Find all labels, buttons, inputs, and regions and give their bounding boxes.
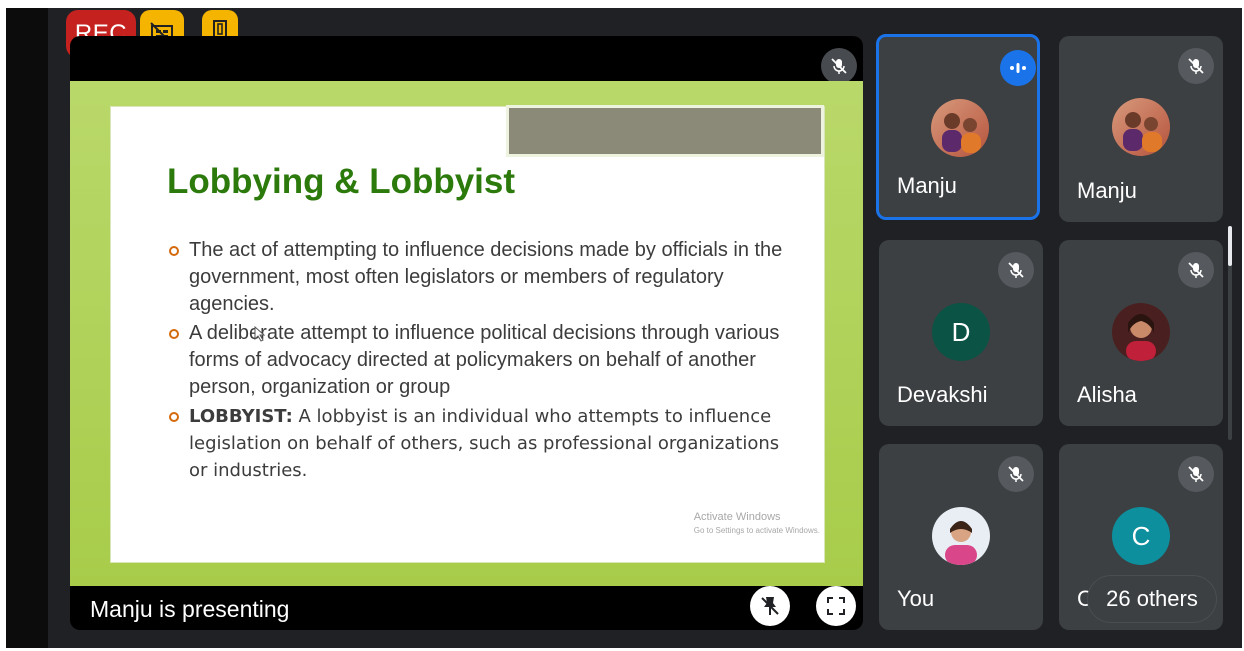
mouse-pointer-icon [254,326,266,342]
presenting-status: Manju is presenting [90,596,290,622]
activate-windows-watermark: Activate Windows Go to Settings to activ… [694,510,820,538]
participant-name: Manju [897,173,957,198]
slide-content: Lobbying & Lobbyist The act of attemptin… [110,105,825,563]
slide-header-image [506,105,824,157]
speaking-indicator-icon [1000,50,1036,86]
avatar: D [932,303,990,361]
participant-name: Alisha [1077,382,1137,407]
slide-title: Lobbying & Lobbyist [167,162,516,201]
watermark-subtitle: Go to Settings to activate Windows. [693,526,820,535]
bullet-icon [169,246,179,256]
slide-bullet: The act of attempting to influence decis… [167,237,787,318]
slide: Lobbying & Lobbyist The act of attemptin… [70,81,863,586]
avatar [1112,98,1170,156]
avatar: C [1112,507,1170,565]
bullet-text: A deliberate attempt to influence politi… [189,322,780,398]
avatar [1112,303,1170,361]
participant-tile[interactable]: Manju [1059,36,1223,222]
muted-mic-icon [1178,252,1214,288]
participant-tile[interactable]: D Devakshi [879,240,1043,426]
participant-name: Devakshi [897,382,988,407]
muted-mic-icon [1178,456,1214,492]
unpin-button[interactable] [750,586,790,626]
muted-mic-icon [998,456,1034,492]
bullet-icon [169,329,179,339]
participant-tile[interactable]: Alisha [1059,240,1223,426]
tiles-scrollbar-thumb[interactable] [1228,226,1232,266]
watermark-title: Activate Windows [693,511,781,523]
meeting-window: REC Lobbying & Lobbyist The act of attem… [6,8,1242,648]
pin-off-icon [761,597,779,615]
participant-tile[interactable]: Manju [876,34,1040,220]
bullet-prefix: LOBBYIST: [189,406,293,427]
muted-mic-icon [998,252,1034,288]
participant-name: You [897,586,935,611]
bullet-icon [169,412,179,422]
slide-bullet-list: The act of attempting to influence decis… [167,237,787,486]
left-edge-bar [6,8,48,648]
fullscreen-button[interactable] [816,586,856,626]
muted-mic-icon [1178,48,1214,84]
others-count-button[interactable]: 26 others [1088,576,1216,622]
muted-mic-icon [821,48,857,84]
participant-name: Manju [1077,178,1137,203]
slide-bullet: LOBBYIST: A lobbyist is an individual wh… [167,403,787,484]
avatar [931,99,989,157]
participant-tile[interactable]: You [879,444,1043,630]
presentation-area: Lobbying & Lobbyist The act of attemptin… [70,36,863,630]
avatar [932,507,990,565]
bullet-text: The act of attempting to influence decis… [189,239,783,315]
fullscreen-icon [827,597,845,615]
